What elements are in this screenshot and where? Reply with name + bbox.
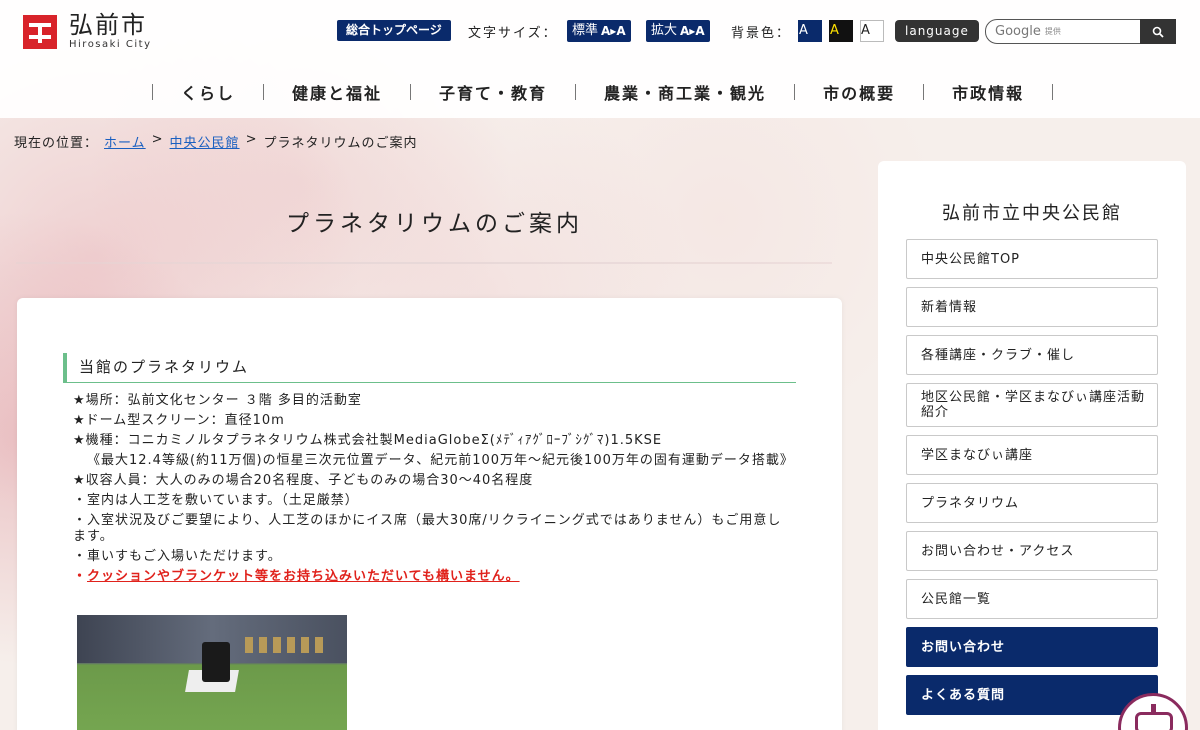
info-chairs: ・入室状況及びご要望により、人工芝のほかにイス席（最大30席/リクライニング式で… — [73, 513, 782, 544]
nav-kurashi[interactable]: くらし — [153, 80, 263, 104]
info-dome: ★ドーム型スクリーン：直径10m — [73, 413, 285, 428]
search-button[interactable] — [1140, 19, 1176, 44]
breadcrumb-home-link[interactable]: ホーム — [104, 132, 146, 151]
bg-black-button[interactable]: A — [829, 20, 853, 42]
sidebar-item-top[interactable]: 中央公民館TOP — [906, 239, 1158, 279]
breadcrumb-parent-link[interactable]: 中央公民館 — [170, 132, 240, 151]
title-divider — [16, 262, 832, 264]
info-cushion-notice: ・クッションやブランケット等をお持ち込みいただいても構いません。 — [73, 569, 520, 584]
sidebar-item-contact-access[interactable]: お問い合わせ・アクセス — [906, 531, 1158, 571]
sidebar-title: 弘前市立中央公民館 — [942, 203, 1122, 224]
sidebar-item-planetarium[interactable]: プラネタリウム — [906, 483, 1158, 523]
nav-city-overview[interactable]: 市の概要 — [795, 80, 923, 104]
bg-white-button[interactable]: A — [860, 20, 884, 42]
info-model: ★機種：コニカミノルタプラネタリウム株式会社製MediaGlobeΣ(ﾒﾃﾞｨｱ… — [73, 433, 663, 448]
language-button[interactable]: language — [895, 20, 979, 42]
breadcrumb: 現在の位置： ホーム > 中央公民館 > プラネタリウムのご案内 — [14, 132, 417, 151]
planetarium-photo — [77, 615, 347, 730]
font-size-label: 文字サイズ： — [468, 25, 558, 41]
nav-industry-tourism[interactable]: 農業・商工業・観光 — [576, 80, 794, 104]
google-brand: Google — [995, 24, 1041, 39]
breadcrumb-separator: > — [245, 132, 258, 147]
breadcrumb-prefix: 現在の位置： — [14, 136, 99, 151]
breadcrumb-current: プラネタリウムのご案内 — [263, 136, 418, 151]
site-search: Google 提供 — [985, 19, 1176, 44]
logo-japanese: 弘前市 — [69, 11, 147, 39]
font-standard-button[interactable]: 標準 A▸A — [567, 20, 631, 42]
sidebar-item-courses[interactable]: 各種講座・クラブ・催し — [906, 335, 1158, 375]
logo-english: Hirosaki City — [69, 39, 152, 50]
info-place: ★場所：弘前文化センター ３階 多目的活動室 — [73, 393, 362, 408]
sidebar-item-list[interactable]: 公民館一覧 — [906, 579, 1158, 619]
nav-health-welfare[interactable]: 健康と福祉 — [264, 80, 410, 104]
sidebar-item-news[interactable]: 新着情報 — [906, 287, 1158, 327]
content-card: 当館のプラネタリウム ★場所：弘前文化センター ３階 多目的活動室 ★ドーム型ス… — [17, 298, 842, 730]
sidebar-faq-button[interactable]: よくある質問 — [906, 675, 1158, 715]
site-header: 弘前市 Hirosaki City 総合トップページ 文字サイズ： 標準 A▸A … — [0, 0, 1200, 118]
sidebar-contact-button[interactable]: お問い合わせ — [906, 627, 1158, 667]
sidebar-menu: 中央公民館TOP 新着情報 各種講座・クラブ・催し 地区公民館・学区まなびぃ講座… — [906, 239, 1158, 723]
global-nav: くらし 健康と福祉 子育て・教育 農業・商工業・観光 市の概要 市政情報 — [152, 80, 1054, 104]
page-title-area: プラネタリウムのご案内 — [16, 186, 832, 264]
search-input[interactable]: Google 提供 — [986, 20, 1140, 43]
google-provided: 提供 — [1044, 27, 1061, 36]
site-logo[interactable]: 弘前市 Hirosaki City — [23, 13, 152, 50]
sidebar-item-district-activities[interactable]: 地区公民館・学区まなびぃ講座活動紹介 — [906, 383, 1158, 427]
info-model-detail: 《最大12.4等級(約11万個)の恒星三次元位置データ、紀元前100万年～紀元後… — [87, 453, 794, 468]
info-wheelchair: ・車いすもご入場いただけます。 — [73, 549, 282, 564]
search-icon — [1152, 26, 1164, 38]
nav-city-government[interactable]: 市政情報 — [924, 80, 1052, 104]
font-large-button[interactable]: 拡大 A▸A — [646, 20, 710, 42]
section-heading: 当館のプラネタリウム — [63, 353, 796, 383]
page-title: プラネタリウムのご案内 — [286, 211, 583, 237]
breadcrumb-separator: > — [151, 132, 164, 147]
section-body: ★場所：弘前文化センター ３階 多目的活動室 ★ドーム型スクリーン：直径10m … — [73, 391, 793, 587]
bg-color-label: 背景色： — [731, 25, 792, 41]
nav-childcare-education[interactable]: 子育て・教育 — [411, 80, 575, 104]
info-turf: ・室内は人工芝を敷いています。（土足厳禁） — [73, 493, 359, 508]
info-capacity: ★収容人員：大人のみの場合20名程度、子どものみの場合30～40名程度 — [73, 473, 534, 488]
bg-blue-button[interactable]: A — [798, 20, 822, 42]
city-emblem-icon — [23, 14, 57, 49]
top-page-button[interactable]: 総合トップページ — [337, 20, 451, 41]
sidebar-item-manabii[interactable]: 学区まなびぃ講座 — [906, 435, 1158, 475]
sidebar: 弘前市立中央公民館 中央公民館TOP 新着情報 各種講座・クラブ・催し 地区公民… — [878, 161, 1186, 730]
